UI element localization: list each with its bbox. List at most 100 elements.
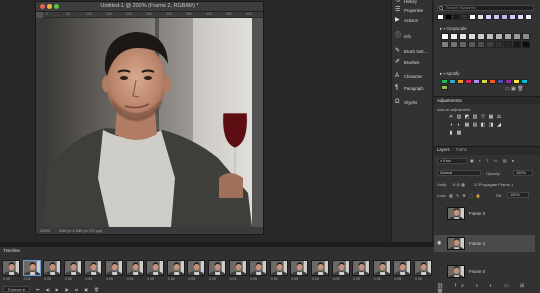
layer-filter-kind[interactable]: ⌕ Kind (437, 158, 467, 164)
frame-duration[interactable]: 0.05 (85, 277, 92, 281)
frame-duration[interactable]: 0.05 (209, 277, 216, 281)
frame-duration[interactable]: 0.05 (106, 277, 113, 281)
timeline-frame[interactable]: 0.05 (186, 260, 206, 283)
color-swatch[interactable] (468, 33, 476, 40)
color-swatch[interactable] (477, 14, 484, 20)
panel-button-character[interactable]: A Character (395, 73, 422, 79)
loop-options-select[interactable]: Forever ▾ (3, 286, 30, 292)
swatch-group-grayscale[interactable]: ▸ ▪ Grayscale (440, 26, 467, 32)
color-swatch[interactable] (441, 33, 449, 40)
color-swatch[interactable] (469, 14, 476, 20)
adjustment-icon[interactable]: ▨ (472, 114, 478, 120)
layer-filter-icons[interactable]: ▣ ◐ T ▭ ▤ ● (470, 158, 516, 163)
frame-duration[interactable]: 0.05 (230, 277, 237, 281)
color-swatch[interactable] (521, 79, 528, 84)
color-swatch[interactable] (495, 33, 503, 40)
panel-button-info[interactable]: ⓘ Info (395, 33, 411, 39)
color-swatch[interactable] (525, 14, 532, 20)
layer-row[interactable]: ◉ Frame 2 (434, 235, 535, 252)
panel-button-history[interactable]: ⟲ History (395, 0, 417, 4)
color-swatch[interactable] (453, 14, 460, 20)
adjustment-icon[interactable]: ◐ (456, 122, 462, 128)
color-swatch[interactable] (517, 14, 524, 20)
opacity-input[interactable]: 100% (513, 170, 533, 176)
color-swatch[interactable] (501, 14, 508, 20)
color-swatch[interactable] (513, 79, 520, 84)
timeline-frame[interactable]: 0.05 (310, 260, 330, 283)
previous-frame-icon[interactable]: ◀| (46, 287, 50, 292)
panel-button-brush-sett[interactable]: ✎ Brush Sett... (395, 48, 427, 54)
timeline-frame[interactable]: 0.05 (207, 260, 227, 283)
adjustment-icon[interactable]: ▮ (448, 130, 454, 136)
timeline-frame[interactable]: 0.05 (22, 260, 42, 283)
blend-mode-select[interactable]: Normal (437, 170, 481, 176)
color-swatch[interactable] (497, 79, 504, 84)
first-frame-icon[interactable]: ⏮ (36, 287, 40, 292)
color-swatch[interactable] (486, 41, 494, 48)
delete-frame-icon[interactable]: 🗑 (94, 287, 99, 292)
adjustment-icon[interactable]: ▽ (480, 114, 486, 120)
frame-duration[interactable]: 0.05 (127, 277, 134, 281)
color-swatch[interactable] (441, 85, 448, 90)
color-swatch[interactable] (450, 33, 458, 40)
adjustment-icon[interactable]: ▤ (472, 122, 478, 128)
color-swatch[interactable] (445, 14, 452, 20)
frame-duration[interactable]: 0.05 (374, 277, 381, 281)
adjustment-icon[interactable]: ◑ (448, 122, 454, 128)
color-swatch[interactable] (477, 33, 485, 40)
timeline-frame[interactable]: 0.05 (248, 260, 268, 283)
timeline-frame[interactable]: 0.05 (125, 260, 145, 283)
color-swatch[interactable] (505, 79, 512, 84)
frame-duration[interactable]: 0.05 (24, 277, 31, 281)
adjustment-icon[interactable]: ◨ (488, 122, 494, 128)
timeline-frame[interactable]: 0.05 (1, 260, 21, 283)
adjustment-icon[interactable]: ▦ (464, 122, 470, 128)
color-swatch[interactable] (437, 14, 444, 20)
zoom-level[interactable]: 200% (40, 228, 50, 233)
color-swatch[interactable] (504, 33, 512, 40)
adjustment-icon[interactable]: ▩ (456, 130, 462, 136)
timeline-frame[interactable]: 0.05 (351, 260, 371, 283)
timeline-frame[interactable]: 0.05 (413, 260, 433, 283)
duplicate-frame-icon[interactable]: ▣ (84, 287, 88, 292)
adjustment-icon[interactable]: ▦ (488, 114, 494, 120)
color-swatch[interactable] (449, 79, 456, 84)
swatch-group-spotify[interactable]: ▸ ▪ spotify (440, 71, 459, 77)
timeline-frame[interactable]: 0.05 (372, 260, 392, 283)
adjustment-icon[interactable]: ⚖ (496, 114, 502, 120)
swatches-search-input[interactable]: Search Swatches (437, 5, 534, 11)
frame-duration[interactable]: 0.05 (250, 277, 257, 281)
timeline-frame[interactable]: 0.05 (63, 260, 83, 283)
color-swatch[interactable] (504, 41, 512, 48)
color-swatch[interactable] (441, 79, 448, 84)
color-swatch[interactable] (486, 33, 494, 40)
frame-duration[interactable]: 0.05 (415, 277, 422, 281)
color-swatch[interactable] (457, 79, 464, 84)
color-swatch[interactable] (495, 41, 503, 48)
color-swatch[interactable] (465, 79, 472, 84)
image-canvas[interactable] (43, 18, 252, 227)
tab-layers[interactable]: Layers (437, 147, 450, 152)
color-swatch[interactable] (459, 41, 467, 48)
frame-duration[interactable]: 0.05 (353, 277, 360, 281)
color-swatch[interactable] (522, 33, 530, 40)
timeline-frame[interactable]: 0.05 (331, 260, 351, 283)
play-icon[interactable]: ▶ (56, 287, 59, 292)
timeline-frame[interactable]: 0.05 (269, 260, 289, 283)
frame-duration[interactable]: 0.05 (188, 277, 195, 281)
frame-duration[interactable]: 0.05 (291, 277, 298, 281)
adjustment-icon[interactable]: ▥ (456, 114, 462, 120)
timeline-frame[interactable]: 0.05 (392, 260, 412, 283)
timeline-frame[interactable]: 0.05 (166, 260, 186, 283)
next-frame-icon[interactable]: |▶ (65, 287, 69, 292)
layer-row[interactable]: Frame 3 (434, 205, 535, 222)
timeline-frame[interactable]: 0.05 (42, 260, 62, 283)
color-swatch[interactable] (441, 41, 449, 48)
tween-icon[interactable]: ⇄ (75, 287, 78, 292)
frame-duration[interactable]: 0.05 (44, 277, 51, 281)
adjustment-icon[interactable]: ◢ (496, 122, 502, 128)
frame-duration[interactable]: 0.05 (394, 277, 401, 281)
color-swatch[interactable] (481, 79, 488, 84)
eye-icon[interactable]: ◉ (437, 240, 441, 246)
frame-duration[interactable]: 0.05 (3, 277, 10, 281)
